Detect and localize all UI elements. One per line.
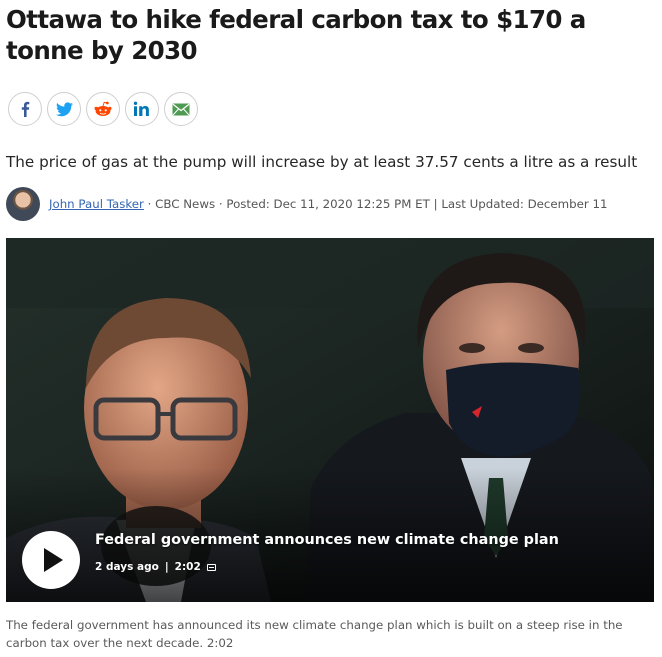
linkedin-share-button[interactable]: [125, 92, 159, 126]
email-share-button[interactable]: [164, 92, 198, 126]
video-title: Federal government announces new climate…: [95, 532, 559, 548]
author-link[interactable]: John Paul Tasker: [49, 197, 144, 211]
updated-date: Last Updated: December 11: [441, 197, 608, 211]
email-icon: [172, 103, 190, 115]
video-duration: 2:02: [174, 561, 201, 573]
byline-separator: ·: [215, 197, 227, 211]
video-caption: The federal government has announced its…: [6, 618, 623, 650]
byline-source: CBC News: [155, 197, 216, 211]
video-meta: 2 days ago | 2:02: [95, 561, 216, 573]
reddit-share-button[interactable]: [86, 92, 120, 126]
facebook-icon: [21, 101, 30, 117]
reddit-icon: [94, 101, 112, 116]
byline-separator: ·: [143, 197, 156, 211]
byline-divider: |: [429, 197, 442, 211]
play-button[interactable]: [22, 531, 80, 589]
closed-captions-icon: [206, 563, 216, 571]
twitter-share-button[interactable]: [47, 92, 81, 126]
video-player[interactable]: Federal government announces new climate…: [6, 238, 654, 602]
posted-date: Posted: Dec 11, 2020 12:25 PM ET: [226, 197, 430, 211]
facebook-share-button[interactable]: [8, 92, 42, 126]
play-icon: [44, 548, 63, 572]
twitter-icon: [55, 101, 73, 116]
byline: John Paul Tasker · CBC News · Posted: De…: [6, 186, 608, 222]
video-meta-separator: |: [164, 561, 169, 573]
share-bar: [8, 92, 198, 126]
video-age: 2 days ago: [95, 561, 159, 573]
article-headline: Ottawa to hike federal carbon tax to $17…: [6, 5, 586, 65]
article-dek: The price of gas at the pump will increa…: [6, 153, 638, 171]
author-avatar: [6, 187, 40, 221]
byline-text: John Paul Tasker · CBC News · Posted: De…: [49, 197, 608, 211]
linkedin-icon: [133, 101, 149, 116]
